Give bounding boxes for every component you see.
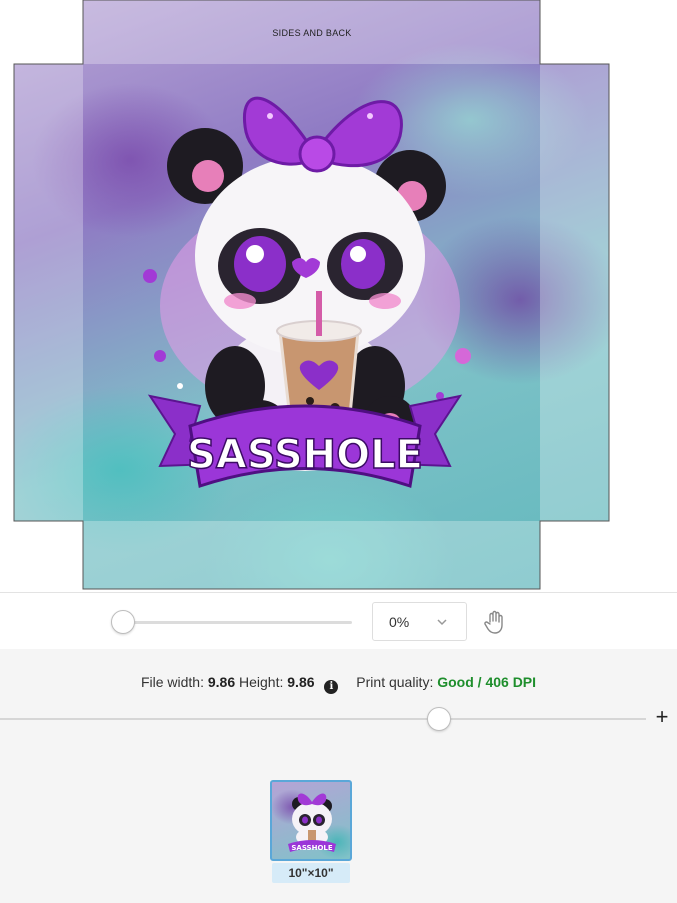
file-width-label: File width: [140,674,204,690]
zoom-toolbar: 0% [0,592,677,649]
side-panel-overlay [14,64,83,521]
size-option-label: 10"×10" [272,863,350,883]
size-slider-thumb[interactable] [427,707,452,731]
template-mask [0,521,83,592]
info-icon[interactable]: i [324,680,339,694]
sides-and-back-label: SIDES AND BACK [272,28,352,38]
height-label: Height: [239,674,284,690]
zoom-slider-track[interactable] [122,621,352,624]
zoom-level-value: 0% [389,614,410,630]
print-quality-label: Print quality: [356,674,434,690]
size-option-thumbnail[interactable]: SASSHOLE 10"×10" [270,780,352,884]
banner-text: SASSHOLE [187,432,423,478]
thumbnail-image: SASSHOLE [270,780,352,861]
file-width-value: 9.86 [207,674,236,690]
product-designer: SIDES AND BACK SASSHOLE 0% File width: 9… [0,0,677,903]
design-canvas[interactable]: SIDES AND BACK SASSHOLE [0,0,677,592]
template-mask [540,521,677,592]
zoom-slider-thumb[interactable] [111,610,135,634]
chevron-down-icon [437,619,447,626]
plus-icon[interactable]: + [652,706,672,730]
file-info-line: File width: 9.86 Height: 9.86 i Print qu… [0,674,677,694]
template-mask [0,0,14,592]
side-panel-overlay [540,64,609,521]
panda-artwork[interactable]: SASSHOLE [120,66,490,516]
height-value: 9.86 [287,674,315,690]
size-slider-track[interactable] [0,718,646,720]
back-panel-overlay [83,521,540,589]
zoom-level-select[interactable]: 0% [372,602,467,641]
print-info-panel: File width: 9.86 Height: 9.86 i Print qu… [0,649,677,903]
thumbnail-banner-text: SASSHOLE [291,844,332,852]
hand-icon[interactable] [482,609,508,635]
thumbnail-panda: SASSHOLE [288,793,336,852]
print-quality-value: Good / 406 DPI [437,674,537,690]
template-mask [609,0,677,592]
